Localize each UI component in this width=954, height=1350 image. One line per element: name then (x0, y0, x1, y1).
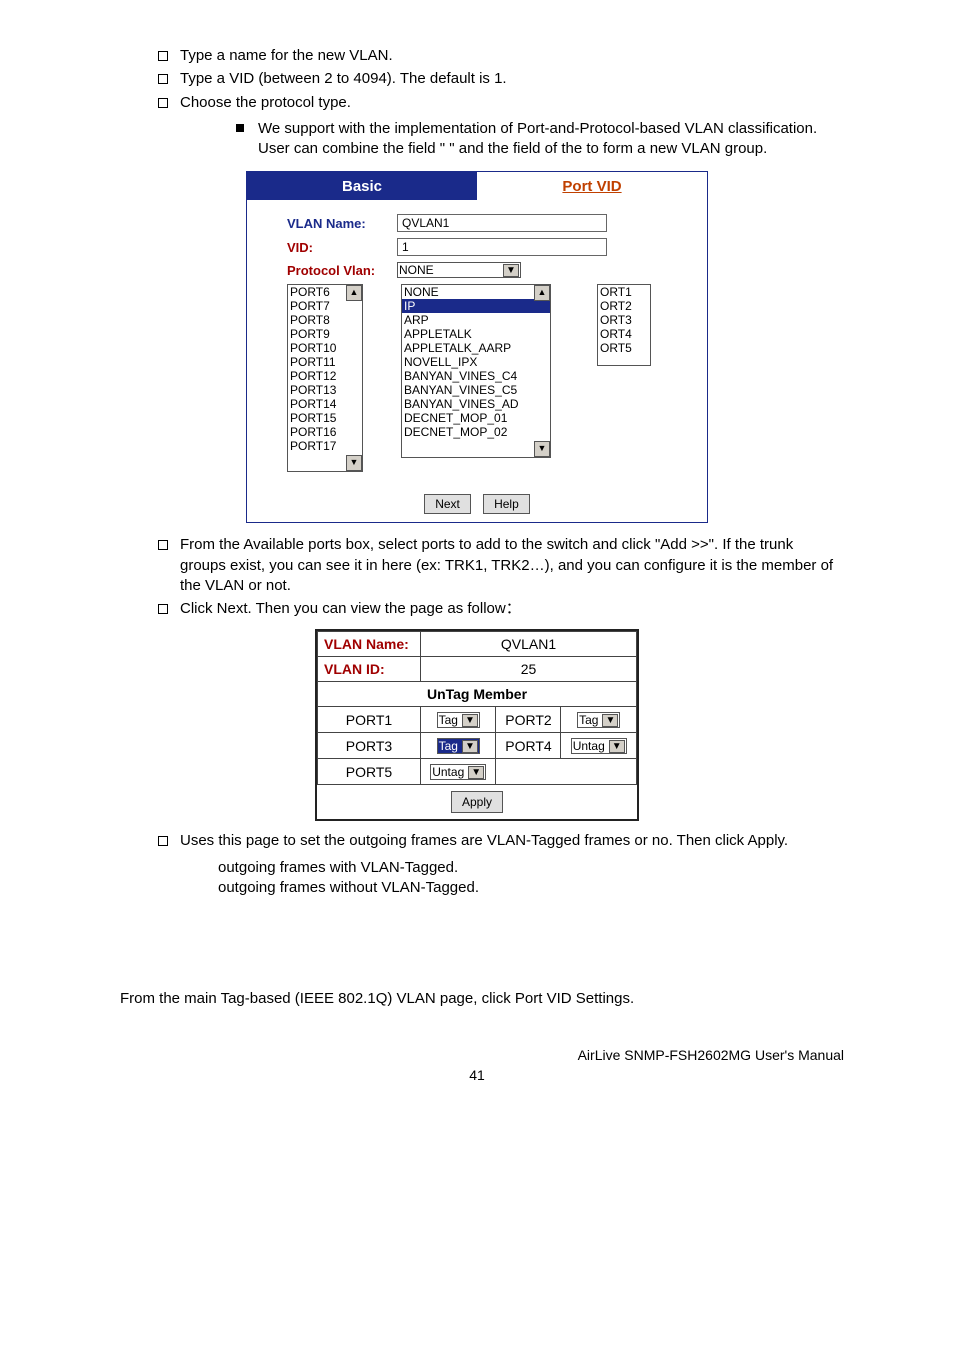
ports-right-listbox[interactable]: ORT1 ORT2 ORT3 ORT4 ORT5 (597, 284, 651, 366)
italic-section-title (120, 958, 834, 975)
list-item[interactable]: ARP (402, 313, 550, 327)
portvid-instruction: From the main Tag-based (IEEE 802.1Q) VL… (120, 990, 834, 1007)
top-list: Type a name for the new VLAN. Type a VID… (120, 46, 834, 113)
list-item[interactable]: PORT13 (288, 383, 362, 397)
list-item[interactable]: ORT2 (598, 299, 650, 313)
item-protocol: Choose the protocol type. (180, 93, 834, 113)
item-vid: Type a VID (between 2 to 4094). The defa… (180, 69, 834, 89)
chevron-down-icon: ▼ (609, 740, 625, 753)
tag-select[interactable]: Untag▼ (430, 764, 486, 780)
tag-select[interactable]: Tag▼ (437, 712, 480, 728)
item-add-ports: From the Available ports box, select por… (180, 535, 834, 596)
label-vlan-id: VLAN ID: (318, 657, 421, 682)
list-item[interactable]: DECNET_MOP_02 (402, 425, 550, 439)
list-item[interactable]: APPLETALK (402, 327, 550, 341)
scroll-up-icon[interactable]: ▲ (346, 285, 362, 301)
tab-port-vid[interactable]: Port VID (477, 172, 707, 200)
select-protocol[interactable]: NONE ▼ (397, 262, 521, 278)
chevron-down-icon: ▼ (462, 714, 478, 727)
list-item[interactable]: ORT3 (598, 313, 650, 327)
tag-select[interactable]: Untag▼ (571, 738, 627, 754)
apply-button[interactable]: Apply (451, 791, 503, 813)
port-label: PORT5 (318, 759, 421, 785)
footer-page-number: 41 (120, 1067, 834, 1083)
list-item[interactable]: BANYAN_VINES_AD (402, 397, 550, 411)
list-item[interactable]: PORT8 (288, 313, 362, 327)
sublist: We support with the implementation of Po… (218, 119, 834, 160)
table-row: PORT5 Untag▼ (318, 759, 637, 785)
ports-left-listbox[interactable]: ▲ PORT6 PORT7 PORT8 PORT9 PORT10 PORT11 … (287, 284, 363, 472)
item-tag-frames: Uses this page to set the outgoing frame… (180, 831, 834, 851)
list-item[interactable]: BANYAN_VINES_C5 (402, 383, 550, 397)
item-name: Type a name for the new VLAN. (180, 46, 834, 66)
item-click-next: Click Next. Then you can view the page a… (180, 599, 834, 619)
help-button[interactable]: Help (483, 494, 530, 514)
chevron-down-icon: ▼ (602, 714, 618, 727)
chevron-down-icon: ▼ (468, 766, 484, 779)
scroll-down-icon[interactable]: ▼ (346, 455, 362, 471)
fig1-panel: Basic Port VID VLAN Name: VID: Protocol … (246, 171, 708, 523)
text-tag: outgoing frames with VLAN-Tagged. (218, 858, 834, 878)
input-vid[interactable] (397, 238, 607, 256)
tab-basic[interactable]: Basic (247, 172, 477, 200)
list-item[interactable]: PORT10 (288, 341, 362, 355)
chevron-down-icon: ▼ (503, 264, 519, 277)
footer-manual: AirLive SNMP-FSH2602MG User's Manual (120, 1047, 844, 1063)
label-vid: VID: (287, 240, 397, 255)
next-button[interactable]: Next (424, 494, 471, 514)
list-item[interactable]: PORT9 (288, 327, 362, 341)
list-item[interactable]: DECNET_MOP_01 (402, 411, 550, 425)
text-untag: outgoing frames without VLAN-Tagged. (218, 878, 834, 898)
list-item[interactable]: ORT5 (598, 341, 650, 355)
value-vlan-name: QVLAN1 (421, 632, 637, 657)
input-vlan-name[interactable] (397, 214, 607, 232)
list-item[interactable]: PORT7 (288, 299, 362, 313)
tag-select[interactable]: Tag▼ (577, 712, 620, 728)
chevron-down-icon: ▼ (462, 740, 478, 753)
label-vlan-name: VLAN Name: (318, 632, 421, 657)
port-label: PORT2 (496, 707, 561, 733)
select-protocol-value: NONE (399, 263, 434, 277)
tag-select[interactable]: Tag▼ (437, 738, 480, 754)
list-item[interactable]: PORT15 (288, 411, 362, 425)
port-label: PORT1 (318, 707, 421, 733)
list-item[interactable]: BANYAN_VINES_C4 (402, 369, 550, 383)
protocol-options-listbox[interactable]: ▲ NONE IP ARP APPLETALK APPLETALK_AARP N… (401, 284, 551, 458)
list-item[interactable]: ORT4 (598, 327, 650, 341)
value-vlan-id: 25 (421, 657, 637, 682)
bottom-list: Uses this page to set the outgoing frame… (120, 831, 834, 851)
scroll-down-icon[interactable]: ▼ (534, 441, 550, 457)
port-label: PORT4 (496, 733, 561, 759)
label-protocol: Protocol Vlan: (287, 263, 397, 278)
list-item[interactable]: NOVELL_IPX (402, 355, 550, 369)
list-item[interactable]: PORT14 (288, 397, 362, 411)
list-item[interactable]: PORT11 (288, 355, 362, 369)
subitem-support: We support with the implementation of Po… (258, 119, 834, 160)
list-item[interactable]: PORT17 (288, 439, 362, 453)
label-vlan-name: VLAN Name: (287, 216, 397, 231)
heading-untag: UnTag Member (318, 682, 637, 707)
list-item-selected[interactable]: IP (402, 299, 550, 313)
table-row: PORT1 Tag▼ PORT2 Tag▼ (318, 707, 637, 733)
list-item[interactable]: APPLETALK_AARP (402, 341, 550, 355)
list-item[interactable]: NONE (402, 285, 550, 299)
list-item[interactable]: PORT16 (288, 425, 362, 439)
mid-list: From the Available ports box, select por… (120, 535, 834, 619)
fig2-panel: VLAN Name: QVLAN1 VLAN ID: 25 UnTag Memb… (315, 629, 639, 821)
list-item[interactable]: PORT12 (288, 369, 362, 383)
table-row: PORT3 Tag▼ PORT4 Untag▼ (318, 733, 637, 759)
port-label: PORT3 (318, 733, 421, 759)
scroll-up-icon[interactable]: ▲ (534, 285, 550, 301)
list-item[interactable]: ORT1 (598, 285, 650, 299)
